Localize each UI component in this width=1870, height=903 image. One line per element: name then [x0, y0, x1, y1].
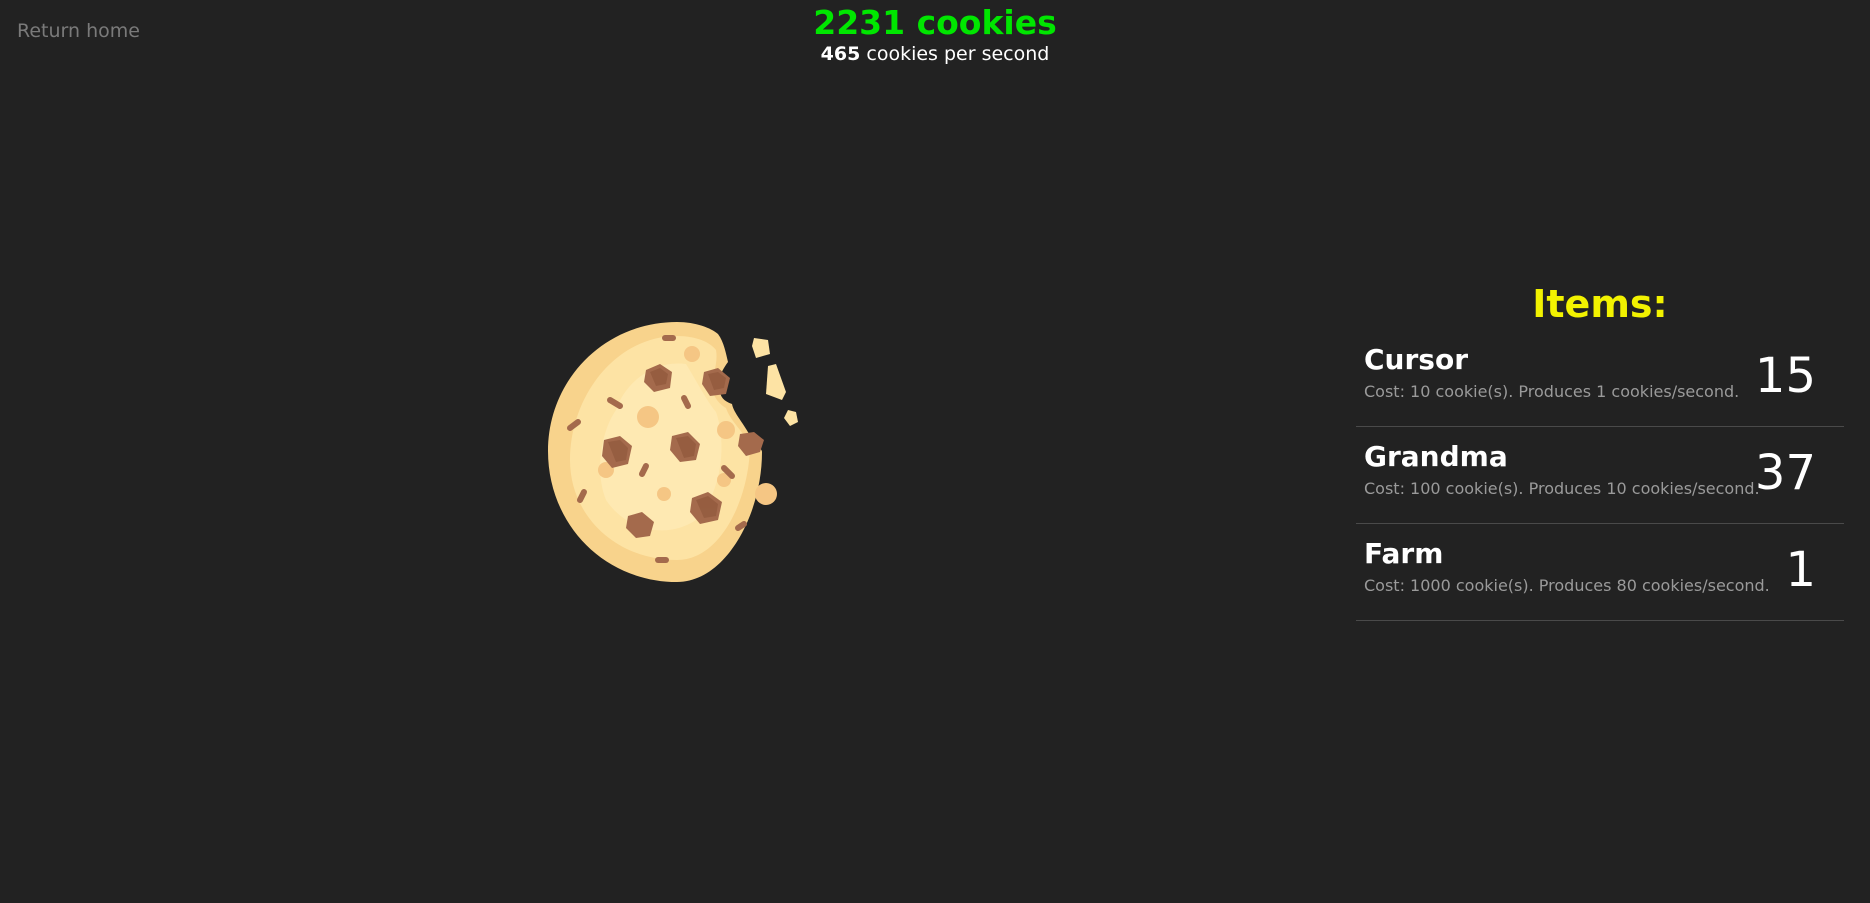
item-description: Cost: 10 cookie(s). Produces 1 cookies/s… — [1364, 382, 1740, 401]
item-grandma[interactable]: Grandma Cost: 100 cookie(s). Produces 10… — [1356, 427, 1844, 524]
item-farm[interactable]: Farm Cost: 1000 cookie(s). Produces 80 c… — [1356, 524, 1844, 621]
item-name: Cursor — [1364, 343, 1469, 376]
cps-label: cookies per second — [860, 43, 1050, 65]
cookies-per-second: 465 cookies per second — [0, 42, 1870, 66]
big-cookie-button[interactable] — [546, 320, 808, 582]
item-owned-count: 15 — [1754, 348, 1816, 404]
item-description: Cost: 1000 cookie(s). Produces 80 cookie… — [1364, 576, 1770, 595]
item-owned-count: 37 — [1754, 445, 1816, 501]
item-description: Cost: 100 cookie(s). Produces 10 cookies… — [1364, 479, 1760, 498]
item-name: Grandma — [1364, 440, 1508, 473]
score-header: 2231 cookies 465 cookies per second — [0, 0, 1870, 66]
item-owned-count: 1 — [1785, 542, 1816, 598]
item-name: Farm — [1364, 537, 1444, 570]
items-panel: Items: Cursor Cost: 10 cookie(s). Produc… — [1356, 280, 1844, 621]
cookie-clicker-page: Return home 2231 cookies 465 cookies per… — [0, 0, 1870, 903]
cookie-icon — [548, 322, 798, 582]
item-cursor[interactable]: Cursor Cost: 10 cookie(s). Produces 1 co… — [1356, 330, 1844, 427]
cps-value: 465 — [820, 43, 861, 65]
cookie-count: 2231 cookies — [813, 3, 1057, 42]
items-title: Items: — [1532, 282, 1668, 326]
